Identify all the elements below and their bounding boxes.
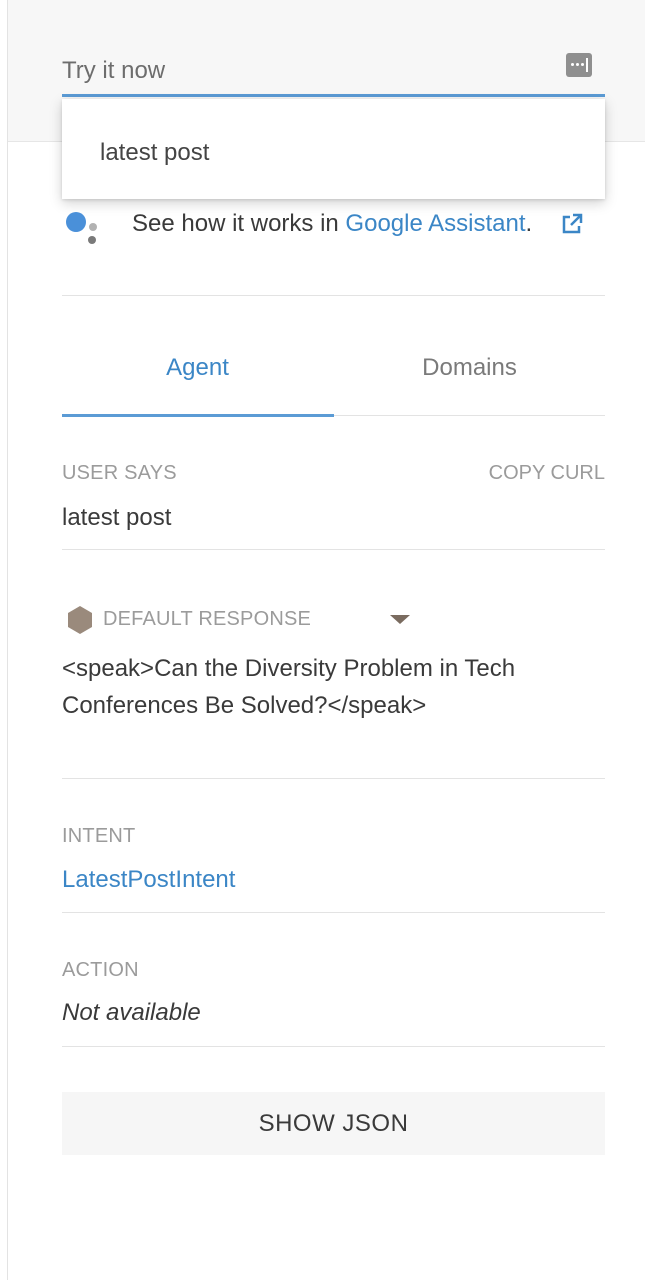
console-panel: latest post See how it works in Google A… bbox=[0, 0, 645, 1280]
divider bbox=[62, 295, 605, 296]
divider bbox=[62, 778, 605, 779]
google-assistant-icon bbox=[66, 212, 97, 244]
user-says-value: latest post bbox=[62, 504, 172, 531]
divider bbox=[62, 1046, 605, 1047]
assistant-note: See how it works in Google Assistant. bbox=[132, 210, 532, 238]
hexagon-icon bbox=[68, 606, 92, 634]
action-label: ACTION bbox=[62, 959, 139, 981]
suggestion-dropdown: latest post bbox=[62, 99, 605, 199]
caret-down-icon[interactable] bbox=[390, 615, 410, 624]
tab-domains[interactable]: Domains bbox=[334, 354, 605, 382]
copy-curl-button[interactable]: COPY CURL bbox=[489, 462, 605, 485]
default-response-text: <speak>Can the Diversity Problem in Tech… bbox=[62, 655, 516, 719]
show-json-button[interactable]: SHOW JSON bbox=[62, 1092, 605, 1155]
divider bbox=[62, 549, 605, 550]
assistant-note-prefix: See how it works in bbox=[132, 210, 346, 237]
microphone-icon[interactable] bbox=[566, 53, 592, 77]
google-assistant-link[interactable]: Google Assistant bbox=[345, 210, 525, 237]
default-response-label: DEFAULT RESPONSE bbox=[103, 608, 312, 630]
intent-label: INTENT bbox=[62, 825, 136, 847]
active-tab-indicator bbox=[62, 414, 334, 417]
left-divider bbox=[7, 0, 8, 1280]
external-link-icon[interactable] bbox=[560, 212, 584, 236]
divider bbox=[62, 912, 605, 913]
user-says-label: USER SAYS bbox=[62, 462, 177, 484]
assistant-note-suffix: . bbox=[525, 210, 533, 237]
intent-link[interactable]: LatestPostIntent bbox=[62, 866, 235, 894]
action-value: Not available bbox=[62, 999, 201, 1026]
suggestion-item[interactable]: latest post bbox=[100, 139, 209, 167]
tab-agent[interactable]: Agent bbox=[62, 354, 333, 382]
try-it-input[interactable] bbox=[62, 48, 605, 97]
